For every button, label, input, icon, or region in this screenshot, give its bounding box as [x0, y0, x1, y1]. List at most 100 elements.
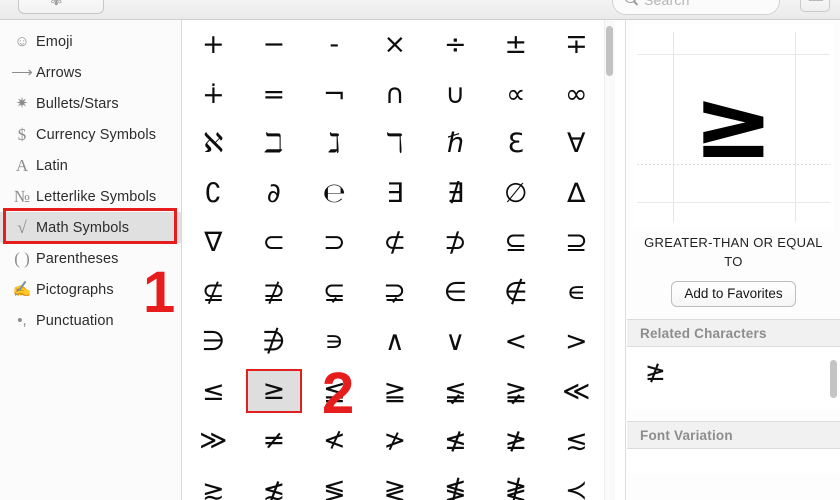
character-cell[interactable]: + [183, 20, 244, 70]
sidebar-item-latin[interactable]: A Latin [0, 150, 181, 181]
sidebar-item-label: Currency Symbols [36, 126, 157, 143]
character-cell[interactable]: ∁ [183, 169, 244, 219]
character-cell[interactable]: ¬ [304, 70, 365, 120]
font-variation-list[interactable] [627, 449, 840, 473]
character-cell[interactable]: ⊇ [546, 218, 607, 268]
character-cell[interactable]: ℵ [183, 119, 244, 169]
character-cell[interactable]: ≨ [425, 367, 486, 417]
sidebar-item-label: Emoji [36, 33, 73, 50]
character-cell[interactable]: ≱ [486, 416, 547, 466]
character-cell[interactable]: ∨ [425, 317, 486, 367]
character-cell[interactable]: > [546, 317, 607, 367]
character-cell[interactable]: ≳ [183, 466, 244, 500]
character-cell[interactable]: ∈ [425, 268, 486, 318]
character-cell[interactable]: ∧ [365, 317, 426, 367]
character-cell[interactable]: ∪ [425, 70, 486, 120]
character-cell[interactable]: ⊉ [244, 268, 305, 318]
character-cell[interactable]: ≦ [304, 367, 365, 417]
character-cell[interactable]: ≺ [546, 466, 607, 500]
character-cell[interactable]: ⊈ [183, 268, 244, 318]
character-cell[interactable]: ∍ [304, 317, 365, 367]
character-cell[interactable]: ≧ [365, 367, 426, 417]
character-cell[interactable]: ∔ [183, 70, 244, 120]
character-cell[interactable]: ÷ [425, 20, 486, 70]
flower-icon: ✾ [50, 0, 63, 9]
character-cell[interactable]: ∂ [244, 169, 305, 219]
character-cell[interactable]: × [365, 20, 426, 70]
character-cell[interactable]: ⊊ [304, 268, 365, 318]
sidebar-item-label: Parentheses [36, 250, 119, 267]
sidebar-item-label: Latin [36, 157, 68, 174]
character-cell[interactable]: ≤ [183, 367, 244, 417]
character-grid-scrollbar-thumb[interactable] [606, 26, 613, 76]
character-cell[interactable]: ∝ [486, 70, 547, 120]
character-cell-selected[interactable]: ≥ [245, 368, 302, 413]
character-cell[interactable]: ≸ [425, 466, 486, 500]
character-cell[interactable]: ⊂ [244, 218, 305, 268]
related-characters-header: Related Characters [627, 319, 840, 347]
character-cell[interactable]: Ɛ [486, 119, 547, 169]
sidebar-item-math-symbols[interactable]: √ Math Symbols [0, 212, 181, 243]
character-cell[interactable]: ∅ [486, 169, 547, 219]
sidebar-item-label: Pictographs [36, 281, 114, 298]
sidebar-item-pictographs[interactable]: ✍ Pictographs [0, 274, 181, 305]
character-cell[interactable]: ∞ [546, 70, 607, 120]
character-cell[interactable]: = [244, 70, 305, 120]
sidebar-item-punctuation[interactable]: •, Punctuation [0, 305, 181, 336]
pictograph-icon: ✍ [12, 281, 32, 298]
character-cell[interactable]: ≮ [304, 416, 365, 466]
character-cell[interactable]: ℏ [425, 119, 486, 169]
sidebar-item-emoji[interactable]: ☺ Emoji [0, 26, 181, 57]
arrow-right-icon: ⟶ [11, 64, 33, 81]
sidebar-item-parentheses[interactable]: ( ) Parentheses [0, 243, 181, 274]
character-cell[interactable]: ∇ [183, 218, 244, 268]
sidebar-item-letterlike-symbols[interactable]: № Letterlike Symbols [0, 181, 181, 212]
character-cell[interactable]: ≰ [425, 416, 486, 466]
character-cell[interactable]: ⊃ [304, 218, 365, 268]
character-cell[interactable]: ∩ [365, 70, 426, 120]
character-cell[interactable]: ∃ [365, 169, 426, 219]
character-cell[interactable]: ∉ [486, 268, 547, 318]
character-cell[interactable]: ℶ [244, 119, 305, 169]
character-cell[interactable]: ∋ [183, 317, 244, 367]
character-cell[interactable]: ∓ [546, 20, 607, 70]
character-cell[interactable]: ≲ [546, 416, 607, 466]
sidebar-item-arrows[interactable]: ⟶ Arrows [0, 57, 181, 88]
character-cell[interactable]: − [244, 20, 305, 70]
character-cell[interactable]: ∆ [546, 169, 607, 219]
character-grid-scrollbar[interactable] [604, 20, 615, 500]
character-cell[interactable]: < [486, 317, 547, 367]
character-cell[interactable]: ± [486, 20, 547, 70]
character-cell[interactable]: ∊ [546, 268, 607, 318]
character-cell[interactable]: - [304, 20, 365, 70]
character-cell[interactable]: ≠ [244, 416, 305, 466]
character-cell[interactable]: ≩ [486, 367, 547, 417]
character-cell[interactable]: ℷ [304, 119, 365, 169]
character-cell[interactable]: ≫ [183, 416, 244, 466]
character-cell[interactable]: ≪ [546, 367, 607, 417]
character-cell[interactable]: ≴ [244, 466, 305, 500]
sidebar-item-bullets-stars[interactable]: ✷ Bullets/Stars [0, 88, 181, 119]
character-cell[interactable]: ℸ [365, 119, 426, 169]
character-cell[interactable]: ⊋ [365, 268, 426, 318]
sidebar-item-label: Math Symbols [36, 219, 130, 236]
add-to-favorites-button[interactable]: Add to Favorites [671, 281, 796, 307]
sidebar-item-currency-symbols[interactable]: $ Currency Symbols [0, 119, 181, 150]
character-cell[interactable]: ⊅ [425, 218, 486, 268]
related-characters-list[interactable]: ≱ [627, 347, 840, 409]
character-cell[interactable]: ≯ [365, 416, 426, 466]
character-cell[interactable]: ≷ [365, 466, 426, 500]
character-cell[interactable]: ∄ [425, 169, 486, 219]
character-cell[interactable]: ℮ [304, 169, 365, 219]
character-cell[interactable]: ≶ [304, 466, 365, 500]
character-cell[interactable]: ∌ [244, 317, 305, 367]
character-viewer-window: ✾ Search ⌨ ☺ Emoji ⟶ Arrows ✷ Bullets/St… [0, 0, 840, 500]
preview-guide-cap [637, 54, 830, 55]
character-cell[interactable]: ⊄ [365, 218, 426, 268]
character-cell[interactable]: ∀ [546, 119, 607, 169]
detail-panel-scrollbar-thumb[interactable] [830, 360, 837, 398]
sparkle-star-icon: ✷ [15, 95, 29, 112]
category-sidebar: ☺ Emoji ⟶ Arrows ✷ Bullets/Stars $ Curre… [0, 20, 182, 500]
character-cell[interactable]: ⊆ [486, 218, 547, 268]
character-cell[interactable]: ≹ [486, 466, 547, 500]
